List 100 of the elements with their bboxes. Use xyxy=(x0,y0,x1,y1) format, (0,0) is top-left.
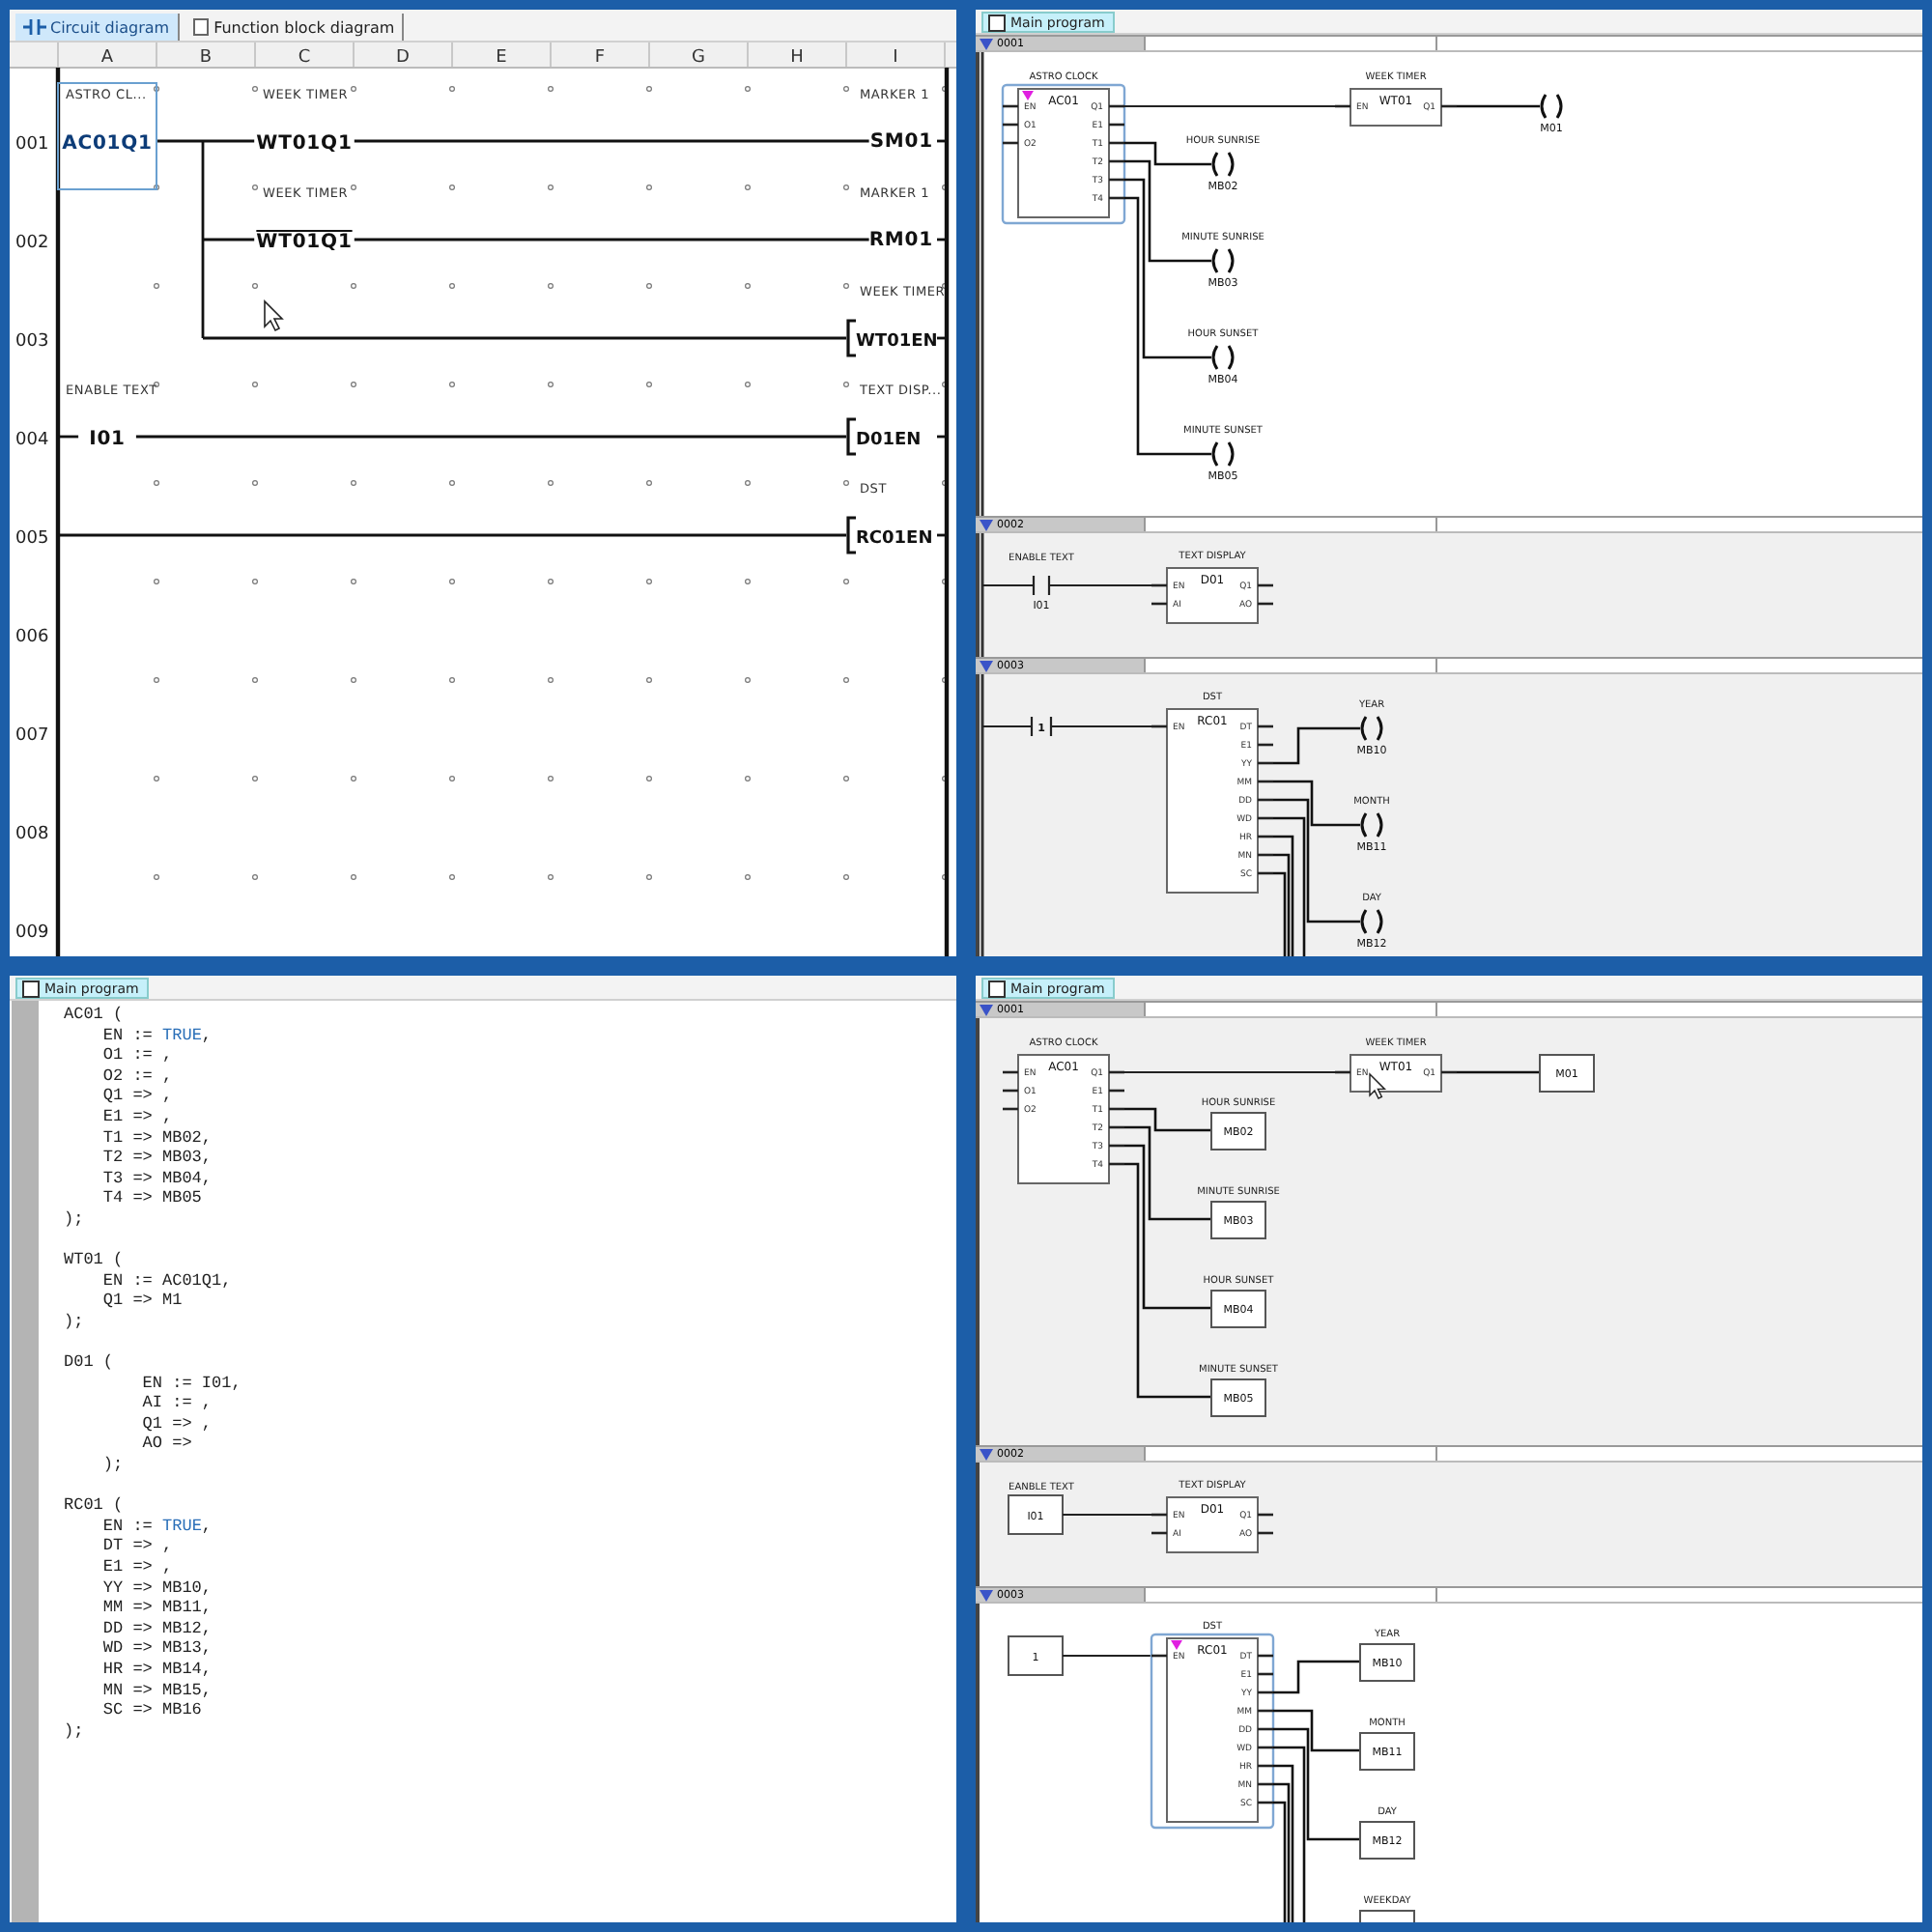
function-block[interactable] xyxy=(1017,88,1110,218)
coil-symbol[interactable] xyxy=(1211,440,1235,468)
code-line: ); xyxy=(64,1311,84,1331)
column-header: C xyxy=(298,48,311,68)
code-line: Q1 => , xyxy=(140,1413,213,1434)
code-line: EN := I01, xyxy=(140,1373,242,1393)
row-number: 001 xyxy=(15,135,49,155)
coil-operand[interactable]: WT01EN xyxy=(856,332,938,352)
coil-symbol[interactable] xyxy=(1211,151,1235,178)
block-icon xyxy=(190,17,211,37)
code-line: Q1 => , xyxy=(100,1086,173,1106)
code-line: WT01 ( xyxy=(64,1250,124,1270)
coil-symbol[interactable] xyxy=(1360,715,1383,742)
connection-wire xyxy=(937,533,945,537)
coil-bracket-icon xyxy=(846,319,856,357)
triangle-icon xyxy=(980,38,993,49)
code-line: E1 => , xyxy=(100,1106,173,1126)
code-line: YY => MB10, xyxy=(100,1577,213,1598)
output-operand[interactable]: RM01 xyxy=(868,230,933,251)
connection-wire xyxy=(1273,726,1360,765)
marker-triangle-icon xyxy=(1171,1640,1182,1650)
code-line: AO => xyxy=(140,1434,192,1454)
code-line: T3 => MB04, xyxy=(100,1168,213,1188)
column-header: D xyxy=(396,48,410,68)
contact-operand[interactable]: WT01Q1 xyxy=(256,232,353,253)
output-box[interactable] xyxy=(1210,1112,1266,1151)
input-box[interactable] xyxy=(1008,1494,1064,1535)
row-number: 005 xyxy=(15,529,49,549)
row-number: 008 xyxy=(15,825,49,844)
coil-symbol[interactable] xyxy=(1540,93,1563,120)
connection-wire xyxy=(58,435,79,439)
contact-operand[interactable]: WT01Q1 xyxy=(256,133,353,155)
code-line: E1 => , xyxy=(100,1557,173,1577)
connection-wire xyxy=(1273,1660,1360,1694)
column-header: B xyxy=(199,48,213,68)
output-box[interactable] xyxy=(1359,1910,1415,1922)
function-block[interactable] xyxy=(1350,88,1442,127)
contact-symbol[interactable] xyxy=(980,715,1153,738)
column-header: H xyxy=(790,48,804,68)
coil-bracket-icon xyxy=(846,516,856,554)
input-box[interactable] xyxy=(1008,1635,1064,1676)
output-box[interactable] xyxy=(1359,1821,1415,1860)
output-box[interactable] xyxy=(1210,1201,1266,1239)
code-line: HR => MB14, xyxy=(100,1660,213,1679)
output-box[interactable] xyxy=(1210,1378,1266,1417)
coil-operand[interactable]: RC01EN xyxy=(856,529,933,549)
coil-symbol[interactable] xyxy=(1211,247,1235,274)
code-line: T1 => MB02, xyxy=(100,1127,213,1148)
output-box[interactable] xyxy=(1359,1732,1415,1771)
connection-wire xyxy=(937,238,945,242)
output-box[interactable] xyxy=(1359,1643,1415,1682)
function-block[interactable] xyxy=(1350,1054,1442,1093)
coil-symbol[interactable] xyxy=(1211,344,1235,371)
code-line: RC01 ( xyxy=(64,1495,124,1516)
code-line: ); xyxy=(64,1208,84,1229)
output-operand[interactable]: SM01 xyxy=(869,131,933,153)
contact-symbol[interactable] xyxy=(980,574,1153,597)
code-line: SC => MB16 xyxy=(100,1700,202,1720)
connection-wire xyxy=(937,139,945,143)
function-block[interactable] xyxy=(1017,1054,1110,1184)
code-line: DD => MB12, xyxy=(100,1618,213,1638)
row-number: 007 xyxy=(15,726,49,746)
contact-operand[interactable]: AC01Q1 xyxy=(62,133,153,155)
row-number: 009 xyxy=(15,923,49,943)
output-box[interactable] xyxy=(1539,1054,1595,1093)
code-line: AI := , xyxy=(140,1393,213,1413)
code-line: EN := TRUE, xyxy=(100,1025,213,1045)
connection-wire xyxy=(937,435,945,439)
code-line: DT => , xyxy=(100,1536,173,1556)
code-line: ); xyxy=(100,1455,124,1475)
code-line: D01 ( xyxy=(64,1352,114,1373)
connection-wire xyxy=(1063,1654,1151,1658)
triangle-icon xyxy=(980,1589,993,1601)
code-line: EN := TRUE, xyxy=(100,1516,213,1536)
row-number: 002 xyxy=(15,234,49,253)
code-line: EN := AC01Q1, xyxy=(100,1270,232,1291)
output-box[interactable] xyxy=(1210,1290,1266,1328)
function-block[interactable] xyxy=(1166,1496,1259,1553)
diagram-tab[interactable]: Circuit diagram xyxy=(15,14,180,41)
function-block[interactable] xyxy=(1166,1637,1259,1823)
row-number: 003 xyxy=(15,332,49,352)
connection-wire xyxy=(1457,1070,1540,1074)
contact-operand[interactable]: I01 xyxy=(89,429,126,450)
code-line: ); xyxy=(64,1720,84,1741)
column-header: G xyxy=(692,48,705,68)
mouse-pointer-icon xyxy=(1369,1072,1387,1099)
marker-triangle-icon xyxy=(1022,91,1034,100)
coil-symbol[interactable] xyxy=(1360,811,1383,838)
connection-wire xyxy=(937,336,945,340)
triangle-icon xyxy=(980,1448,993,1460)
column-header: F xyxy=(594,48,606,68)
contact-icon xyxy=(23,17,46,37)
function-block[interactable] xyxy=(1166,567,1259,624)
coil-symbol[interactable] xyxy=(1360,908,1383,935)
connection-wire xyxy=(1457,104,1540,108)
code-line: T2 => MB03, xyxy=(100,1148,213,1168)
diagram-tab[interactable]: Function block diagram xyxy=(183,14,405,41)
column-header: I xyxy=(893,48,898,68)
function-block[interactable] xyxy=(1166,708,1259,894)
coil-operand[interactable]: D01EN xyxy=(856,431,922,450)
